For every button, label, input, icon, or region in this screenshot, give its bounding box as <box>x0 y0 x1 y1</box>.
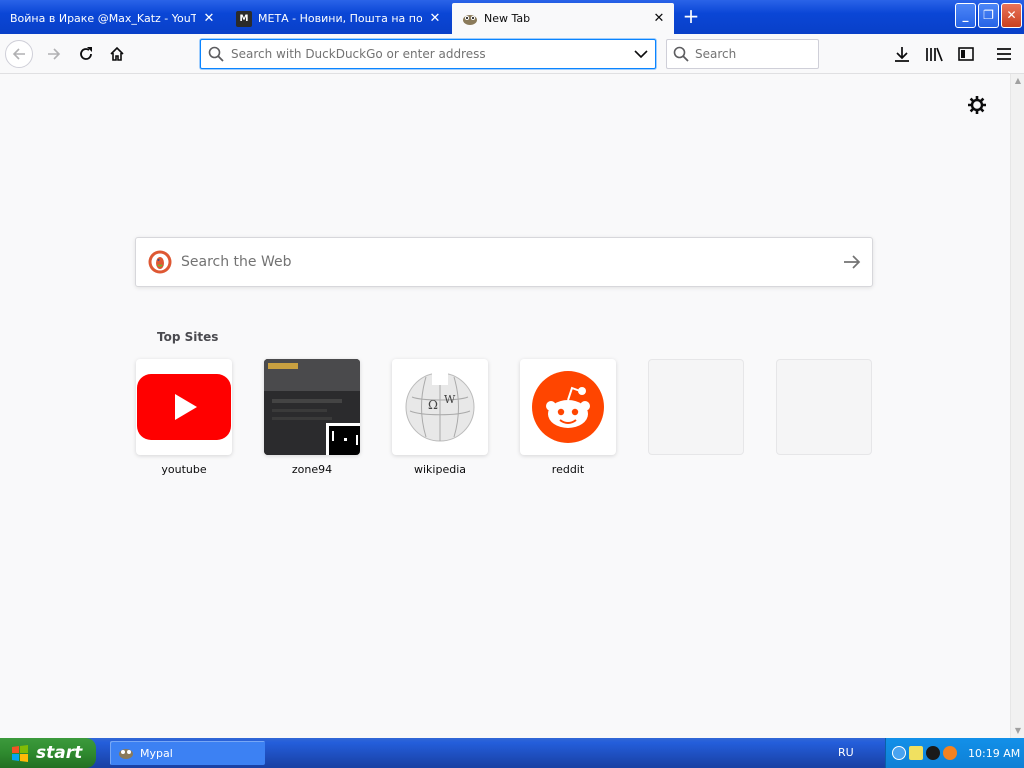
back-button[interactable] <box>5 40 33 68</box>
downloads-button[interactable] <box>888 40 916 68</box>
site-label: wikipedia <box>413 463 466 476</box>
home-button[interactable] <box>103 40 131 68</box>
new-tab-button[interactable]: + <box>678 4 704 30</box>
site-tile[interactable] <box>136 359 232 455</box>
wikipedia-globe-icon: Ω W <box>405 371 475 442</box>
site-label: reddit <box>551 463 585 476</box>
tray-folder-icon[interactable] <box>909 746 923 760</box>
tray-arrow-icon[interactable] <box>892 746 906 760</box>
top-site-wikipedia[interactable]: Ω W wikipedia <box>392 359 488 476</box>
new-tab-page: Top Sites youtube <box>0 74 1010 738</box>
tray-app-icon[interactable] <box>943 746 957 760</box>
reddit-logo-icon <box>532 371 604 443</box>
tray-ccleaner-icon[interactable] <box>926 746 940 760</box>
system-tray: 10:19 AM <box>885 738 1024 768</box>
back-arrow-icon <box>12 48 25 60</box>
search-icon <box>667 46 695 62</box>
svg-text:W: W <box>444 393 456 406</box>
search-submit-button[interactable] <box>832 254 872 270</box>
clock[interactable]: 10:19 AM <box>968 747 1020 760</box>
mypal-app-icon <box>119 749 133 759</box>
windows-flag-icon <box>12 745 28 762</box>
url-bar[interactable] <box>200 39 656 69</box>
top-site-empty[interactable] <box>648 359 744 463</box>
window-close-button[interactable]: ✕ <box>1001 3 1022 28</box>
chevron-down-icon[interactable] <box>627 49 655 59</box>
hamburger-menu-icon <box>997 48 1011 60</box>
tab-youtube[interactable]: Война в Ираке @Max_Katz - YouTube ✕ <box>0 3 224 34</box>
svg-text:Ω: Ω <box>428 398 438 412</box>
site-tile[interactable]: Ω W <box>392 359 488 455</box>
start-button[interactable]: start <box>0 738 96 768</box>
home-icon <box>110 46 124 61</box>
site-tile[interactable] <box>264 359 360 455</box>
start-label: start <box>36 743 83 763</box>
top-sites-heading: Top Sites <box>157 330 219 344</box>
search-input[interactable] <box>695 47 818 61</box>
download-icon <box>895 47 909 62</box>
gear-icon <box>968 96 986 114</box>
top-site-reddit[interactable]: reddit <box>520 359 616 476</box>
nav-toolbar <box>0 34 1024 74</box>
search-bar[interactable] <box>666 39 819 69</box>
vertical-scrollbar[interactable]: ▲ ▼ <box>1010 74 1024 738</box>
library-icon <box>926 47 943 62</box>
language-indicator[interactable]: RU <box>838 746 854 759</box>
tab-meta[interactable]: M МЕТА - Новини, Пошта на портал ✕ <box>226 3 450 34</box>
meta-favicon-icon: M <box>236 10 252 27</box>
duckduckgo-logo-icon <box>148 250 172 274</box>
sidebar-button[interactable] <box>952 40 980 68</box>
top-site-empty[interactable] <box>776 359 872 463</box>
restore-button[interactable]: ❐ <box>978 3 999 28</box>
top-site-zone94[interactable]: zone94 <box>264 359 360 476</box>
web-search-box[interactable] <box>135 237 873 287</box>
zone94-screenshot-icon <box>264 359 360 455</box>
web-search-input[interactable] <box>181 254 832 270</box>
reload-icon <box>80 47 92 60</box>
site-tile[interactable] <box>520 359 616 455</box>
customize-gear-button[interactable] <box>966 94 988 116</box>
tab-title: Война в Ираке @Max_Katz - YouTube <box>10 12 196 25</box>
library-button[interactable] <box>920 40 948 68</box>
site-tile-placeholder[interactable] <box>648 359 744 455</box>
menu-button[interactable] <box>990 40 1018 68</box>
taskbar-item-mypal[interactable]: Mypal <box>110 741 265 765</box>
scroll-up-icon[interactable]: ▲ <box>1013 76 1023 86</box>
top-site-youtube[interactable]: youtube <box>136 359 232 476</box>
site-label: zone94 <box>291 463 333 476</box>
forward-button[interactable] <box>40 40 68 68</box>
taskbar-item-label: Mypal <box>140 746 173 760</box>
forward-arrow-icon <box>48 48 61 60</box>
tab-new-tab[interactable]: New Tab ✕ <box>452 3 674 34</box>
youtube-logo-icon <box>137 374 231 440</box>
arrow-right-icon <box>844 255 861 269</box>
tab-strip: Война в Ираке @Max_Katz - YouTube ✕ M МЕ… <box>0 0 1024 34</box>
mypal-favicon-icon <box>462 11 478 27</box>
sidebar-icon <box>958 47 974 61</box>
url-input[interactable] <box>231 47 627 61</box>
tab-title: МЕТА - Новини, Пошта на портал <box>258 12 422 25</box>
close-tab-icon[interactable]: ✕ <box>652 11 666 26</box>
site-tile-placeholder[interactable] <box>776 359 872 455</box>
minimize-button[interactable]: _ <box>955 3 976 28</box>
site-label: youtube <box>161 463 207 476</box>
windows-taskbar: start Mypal RU 10:19 AM <box>0 738 1024 768</box>
close-tab-icon[interactable]: ✕ <box>202 11 216 26</box>
close-tab-icon[interactable]: ✕ <box>428 11 442 26</box>
tab-title: New Tab <box>484 12 531 25</box>
reload-button[interactable] <box>72 40 100 68</box>
scroll-down-icon[interactable]: ▼ <box>1013 726 1023 736</box>
search-icon <box>201 46 231 62</box>
